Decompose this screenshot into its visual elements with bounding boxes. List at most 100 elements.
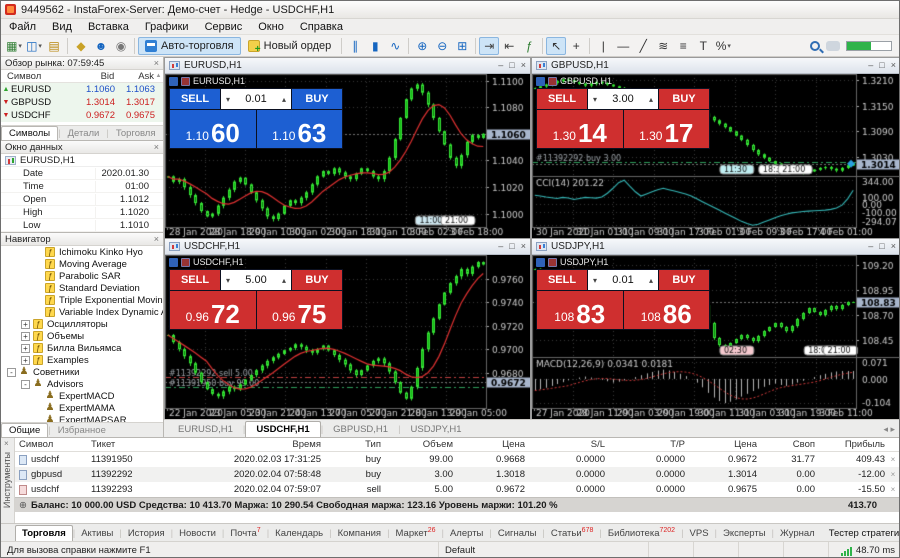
sell-button[interactable]: SELL <box>170 89 220 109</box>
market-watch-row-EURUSD[interactable]: ▲EURUSD1.10601.1063 <box>1 83 163 96</box>
cursor-icon[interactable]: ↖ <box>546 37 566 55</box>
bottom-tab-Журнал[interactable]: Журнал <box>774 526 821 541</box>
minimize-button[interactable]: – <box>498 242 503 251</box>
column-header-Тикет[interactable]: Тикет <box>91 439 195 450</box>
sell-price[interactable]: 1.10 60 <box>170 110 256 148</box>
market-watch-row-USDCHF[interactable]: ▼USDCHF0.96720.9675 <box>1 109 163 122</box>
navigator-item-ExpertMAPSAR[interactable]: ♟ExpertMAPSAR <box>1 414 163 422</box>
maximize-button[interactable]: □ <box>879 242 884 251</box>
sell-button[interactable]: SELL <box>537 270 587 290</box>
lot-decrease-icon[interactable]: ▾ <box>588 276 602 285</box>
crosshair-icon[interactable]: + <box>566 37 586 55</box>
bottom-tab-Сигналы[interactable]: Сигналы <box>492 526 543 541</box>
lot-decrease-icon[interactable]: ▾ <box>221 95 235 104</box>
chart-title-bar[interactable]: USDJPY,H1 – □ × <box>532 239 900 254</box>
vertical-line-icon[interactable]: | <box>593 37 613 55</box>
status-profile[interactable]: Default <box>439 542 649 558</box>
oneclick-toggle-icon[interactable] <box>536 77 545 86</box>
tab-scroll-arrows[interactable]: ◂ ▸ <box>883 424 900 437</box>
column-header-Цена[interactable]: Цена <box>685 439 757 450</box>
lot-size-input[interactable]: ▾ 3.00 ▴ <box>588 89 658 109</box>
close-button[interactable]: × <box>521 242 526 251</box>
close-icon[interactable]: × <box>4 439 9 448</box>
lot-decrease-icon[interactable]: ▾ <box>221 276 235 285</box>
channel-icon[interactable]: ≡ <box>673 37 693 55</box>
lot-increase-icon[interactable]: ▴ <box>277 95 291 104</box>
text-label-icon[interactable]: T <box>693 37 713 55</box>
column-header-T/P[interactable]: T/P <box>605 439 685 450</box>
collapse-icon[interactable]: - <box>7 368 16 377</box>
menu-item-Графики[interactable]: Графики <box>137 21 197 33</box>
trend-line-icon[interactable]: ╱ <box>633 37 653 55</box>
column-header-S/L[interactable]: S/L <box>525 439 605 450</box>
expand-icon[interactable]: + <box>21 356 30 365</box>
zoom-out-icon[interactable]: ⊖ <box>432 37 452 55</box>
column-header-Символ[interactable]: Символ <box>15 439 91 450</box>
sell-price[interactable]: 1.30 14 <box>537 110 623 148</box>
column-header-Своп[interactable]: Своп <box>757 439 815 450</box>
lot-value[interactable]: 0.01 <box>602 274 644 286</box>
minimize-button[interactable]: – <box>498 61 503 70</box>
horizontal-line-icon[interactable]: — <box>613 37 633 55</box>
close-button[interactable]: × <box>891 242 896 251</box>
signals-icon[interactable]: ◉ <box>111 37 131 55</box>
column-header-Время[interactable]: Время <box>195 439 321 450</box>
sell-price[interactable]: 108 83 <box>537 291 623 329</box>
navigator-title-bar[interactable]: Навигатор × <box>1 233 163 246</box>
market-watch-tab-Торговля[interactable]: Торговля <box>109 127 163 140</box>
arrows-icon[interactable]: %▾ <box>713 37 733 55</box>
navigator-item-Moving Average[interactable]: ƒMoving Average <box>1 258 163 270</box>
new-order-button[interactable]: Новый ордер <box>241 37 339 55</box>
lot-increase-icon[interactable]: ▴ <box>644 276 658 285</box>
navigator-item-Билла Вильямса[interactable]: +ƒБилла Вильямса <box>1 342 163 354</box>
bottom-tab-Активы[interactable]: Активы <box>75 526 119 541</box>
bottom-tab-Календарь[interactable]: Календарь <box>269 526 329 541</box>
chart-tab-USDJPY,H1[interactable]: USDJPY,H1 <box>401 422 472 437</box>
market-watch-icon[interactable]: ◆ <box>71 37 91 55</box>
buy-price[interactable]: 1.10 63 <box>257 110 343 148</box>
bottom-tab-Алерты[interactable]: Алерты <box>444 526 489 541</box>
chart-title-bar[interactable]: USDCHF,H1 – □ × <box>165 239 530 254</box>
bottom-tab-Почта[interactable]: Почта7 <box>224 525 266 541</box>
chart-tab-EURUSD,H1[interactable]: EURUSD,H1 <box>168 422 243 437</box>
navigator-item-Triple Exponential Moving[interactable]: ƒTriple Exponential Moving <box>1 294 163 306</box>
navigator-item-Советники[interactable]: -♟Советники <box>1 366 163 378</box>
bottom-tab-Библиотека[interactable]: Библиотека7202 <box>602 525 681 541</box>
navigator-item-Advisors[interactable]: -♟Advisors <box>1 378 163 390</box>
navigator-item-Ichimoku Kinko Hyo[interactable]: ƒIchimoku Kinko Hyo <box>1 246 163 258</box>
buy-button[interactable]: BUY <box>292 89 342 109</box>
profiles-icon[interactable]: ◫▾ <box>24 37 44 55</box>
maximize-button[interactable]: □ <box>509 61 514 70</box>
close-icon[interactable]: × <box>154 59 159 68</box>
buy-button[interactable]: BUY <box>659 89 709 109</box>
lot-increase-icon[interactable]: ▴ <box>277 276 291 285</box>
bottom-tab-Новости[interactable]: Новости <box>173 526 222 541</box>
lot-value[interactable]: 5.00 <box>235 274 277 286</box>
navigator-item-Variable Index Dynamic Av[interactable]: ƒVariable Index Dynamic Av <box>1 306 163 318</box>
navigator-item-Осцилляторы[interactable]: +ƒОсцилляторы <box>1 318 163 330</box>
chat-icon[interactable] <box>826 41 840 51</box>
oneclick-toggle-icon[interactable] <box>536 258 545 267</box>
title-bar[interactable]: 9449562 - InstaForex-Server: Демо-счет -… <box>1 1 899 19</box>
search-icon[interactable] <box>810 41 820 51</box>
chart-title-bar[interactable]: GBPUSD,H1 – □ × <box>532 58 900 73</box>
zoom-in-icon[interactable]: ⊕ <box>412 37 432 55</box>
expand-icon[interactable]: + <box>21 320 30 329</box>
lot-increase-icon[interactable]: ▴ <box>644 95 658 104</box>
oneclick-toggle-icon[interactable] <box>169 258 178 267</box>
navigator-item-ExpertMACD[interactable]: ♟ExpertMACD <box>1 390 163 402</box>
terminal-side-strip[interactable]: × Инструменты <box>1 438 15 523</box>
bottom-tab-Компания[interactable]: Компания <box>332 526 387 541</box>
toolbox-icon[interactable]: ▤ <box>44 37 64 55</box>
navigator-tab-Общие[interactable]: Общие <box>1 423 48 437</box>
bottom-tab-Торговля[interactable]: Торговля <box>15 525 73 541</box>
navigator-item-Parabolic SAR[interactable]: ƒParabolic SAR <box>1 270 163 282</box>
market-watch-row-GBPUSD[interactable]: ▼GBPUSD1.30141.3017 <box>1 96 163 109</box>
market-watch-tab-Символы[interactable]: Символы <box>1 126 58 140</box>
buy-price[interactable]: 1.30 17 <box>624 110 710 148</box>
indicators-list-icon[interactable]: ƒ <box>519 37 539 55</box>
menu-item-Файл[interactable]: Файл <box>1 21 44 33</box>
sell-button[interactable]: SELL <box>537 89 587 109</box>
position-row[interactable]: usdchf113919502020.02.03 17:31:25buy99.0… <box>15 452 900 467</box>
navigator-item-Standard Deviation[interactable]: ƒStandard Deviation <box>1 282 163 294</box>
